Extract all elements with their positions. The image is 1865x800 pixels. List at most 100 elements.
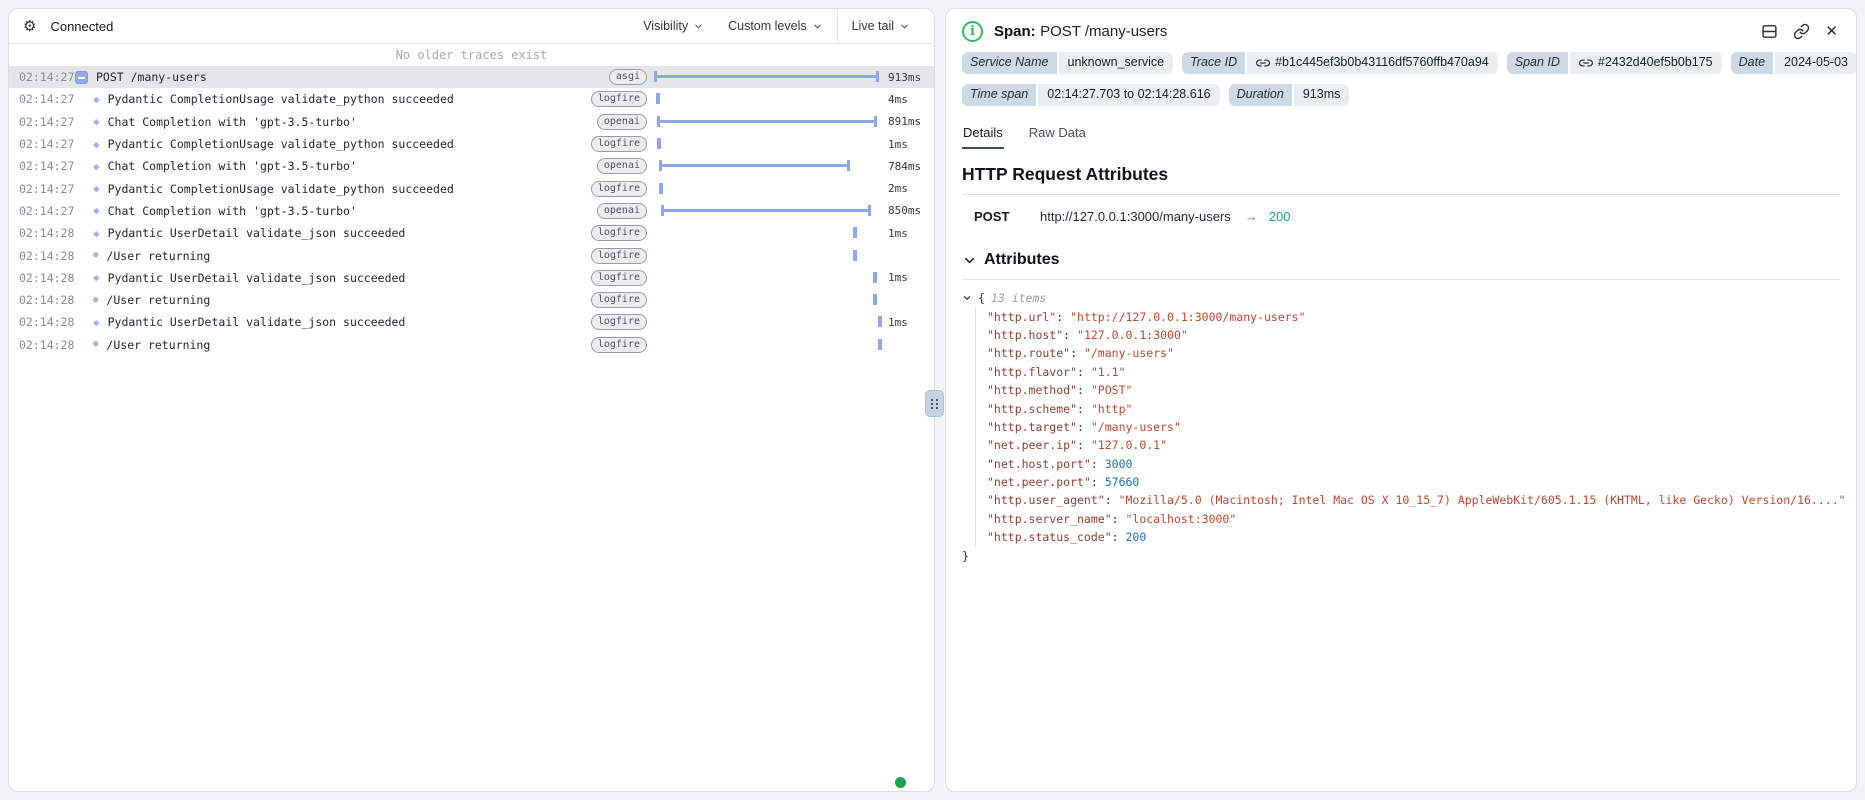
- menu-live-tail[interactable]: Live tail: [840, 9, 922, 43]
- tab-raw-data[interactable]: Raw Data: [1028, 123, 1087, 149]
- http-request-row: POST http://127.0.0.1:3000/many-users → …: [962, 209, 1840, 224]
- request-method: POST: [974, 209, 1040, 224]
- span-title-row: i Span: POST /many-users: [962, 21, 1840, 42]
- badge-label: Span ID: [1507, 52, 1568, 74]
- attributes-heading[interactable]: Attributes: [962, 251, 1840, 280]
- tab-details[interactable]: Details: [962, 123, 1004, 149]
- span-kind-label: Span:: [994, 23, 1036, 40]
- span-detail-panel: i Span: POST /many-users ✕ Service Name …: [945, 8, 1857, 792]
- json-key: "http.server_name": [987, 512, 1112, 526]
- json-key: "http.target": [987, 420, 1077, 434]
- request-status-code: 200: [1269, 209, 1291, 224]
- trace-row[interactable]: 02:14:27 ◆ Pydantic CompletionUsage vali…: [9, 133, 934, 155]
- span-duration: 1ms: [879, 316, 934, 329]
- json-key: "http.method": [987, 383, 1077, 397]
- span-type-icon: ◆: [93, 94, 100, 105]
- json-root-line[interactable]: { 13 items: [962, 289, 1840, 307]
- json-value: "Mozilla/5.0 (Macintosh; Intel Mac OS X …: [1119, 493, 1846, 507]
- json-entry: "http.flavor": "1.1": [987, 363, 1840, 381]
- scope-tag-badge: asgi: [609, 69, 647, 85]
- section-title: HTTP Request Attributes: [962, 164, 1840, 195]
- trace-row[interactable]: 02:14:28 ● /User returning logfire: [9, 289, 934, 311]
- trace-timestamp: 02:14:27: [19, 137, 75, 151]
- span-type-icon: ◆: [93, 317, 100, 328]
- json-entry: "net.host.port": 3000: [987, 455, 1840, 473]
- json-key: "http.status_code": [987, 530, 1112, 544]
- span-label: /User returning: [106, 293, 210, 307]
- menu-custom-levels[interactable]: Custom levels: [716, 9, 835, 43]
- json-entries: "http.url": "http://127.0.0.1:3000/many-…: [975, 307, 1840, 546]
- span-label: Pydantic CompletionUsage validate_python…: [108, 92, 454, 106]
- trace-row[interactable]: 02:14:27 ◆ Pydantic CompletionUsage vali…: [9, 88, 934, 110]
- trace-panel-header: ⚙ Connected VisibilityCustom levelsLive …: [9, 9, 934, 44]
- duration-tick: [873, 272, 877, 283]
- trace-row[interactable]: 02:14:28 ◆ Pydantic UserDetail validate_…: [9, 222, 934, 244]
- span-type-icon: ●: [93, 296, 98, 305]
- link-icon[interactable]: [1579, 56, 1593, 70]
- panel-resize-handle[interactable]: [925, 390, 944, 417]
- chevron-down-icon: [693, 21, 704, 32]
- span-timeline: [654, 88, 879, 110]
- settings-gear-icon[interactable]: ⚙: [23, 19, 36, 34]
- badge-row-1: Service Name unknown_service Trace ID #b…: [962, 52, 1840, 74]
- trace-row[interactable]: 02:14:27 ◆ Chat Completion with 'gpt-3.5…: [9, 155, 934, 177]
- trace-row[interactable]: 02:14:27 ◆ Pydantic CompletionUsage vali…: [9, 177, 934, 199]
- close-icon[interactable]: ✕: [1825, 24, 1838, 39]
- link-icon[interactable]: [1256, 56, 1270, 70]
- scope-tag-badge: openai: [597, 203, 647, 219]
- trace-timestamp: 02:14:27: [19, 92, 75, 106]
- json-value: "http": [1091, 402, 1133, 416]
- json-entry: "http.host": "127.0.0.1:3000": [987, 326, 1840, 344]
- badge-value: #b1c445ef3b0b43116df5760ffb470a94: [1275, 54, 1489, 71]
- span-type-icon: ◆: [93, 139, 100, 150]
- json-key: "http.scheme": [987, 402, 1077, 416]
- duration-bar: [654, 71, 879, 82]
- trace-row[interactable]: 02:14:27 ◆ Chat Completion with 'gpt-3.5…: [9, 111, 934, 133]
- connection-status: Connected: [50, 19, 113, 34]
- json-key: "http.host": [987, 328, 1063, 342]
- duration-tick: [853, 250, 857, 261]
- trace-row[interactable]: 02:14:28 ● /User returning logfire: [9, 244, 934, 266]
- span-type-icon: ●: [93, 340, 98, 349]
- trace-row[interactable]: 02:14:27 POST /many-users asgi 913ms: [9, 66, 934, 88]
- json-value: "POST": [1091, 383, 1133, 397]
- badge-value: 2024-05-03: [1784, 54, 1848, 71]
- badge-row-2: Time span 02:14:27.703 to 02:14:28.616 D…: [962, 84, 1840, 106]
- badge-value: 02:14:27.703 to 02:14:28.616: [1047, 86, 1210, 103]
- json-entry: "http.method": "POST": [987, 381, 1840, 399]
- json-entry: "http.user_agent": "Mozilla/5.0 (Macinto…: [987, 491, 1840, 509]
- json-value: 57660: [1105, 475, 1140, 489]
- json-key: "http.url": [987, 310, 1056, 324]
- span-timeline: [654, 133, 879, 155]
- json-key: "http.flavor": [987, 365, 1077, 379]
- duration-tick: [659, 183, 663, 194]
- duration-tick: [878, 339, 882, 350]
- duration-tick: [873, 294, 877, 305]
- span-type-icon: ◆: [93, 116, 100, 127]
- json-key: "net.peer.port": [987, 475, 1091, 489]
- json-value: "127.0.0.1": [1091, 438, 1167, 452]
- badge-label: Duration: [1229, 84, 1292, 106]
- trace-row[interactable]: 02:14:28 ◆ Pydantic UserDetail validate_…: [9, 267, 934, 289]
- trace-row[interactable]: 02:14:28 ● /User returning logfire: [9, 334, 934, 356]
- trace-row[interactable]: 02:14:27 ◆ Chat Completion with 'gpt-3.5…: [9, 200, 934, 222]
- menu-visibility[interactable]: Visibility: [631, 9, 716, 43]
- span-type-icon: ◆: [93, 272, 100, 283]
- span-label: Chat Completion with 'gpt-3.5-turbo': [108, 159, 357, 173]
- badge-value: 913ms: [1303, 86, 1341, 103]
- scope-tag-badge: logfire: [591, 270, 647, 286]
- trace-row[interactable]: 02:14:28 ◆ Pydantic UserDetail validate_…: [9, 311, 934, 333]
- span-type-icon: ◆: [93, 161, 100, 172]
- badge-label: Service Name: [962, 52, 1057, 74]
- badge-label: Time span: [962, 84, 1036, 106]
- metadata-badge: Duration 913ms: [1229, 84, 1350, 106]
- drag-dots-icon: [931, 399, 938, 409]
- split-panel-icon[interactable]: [1761, 23, 1778, 40]
- scope-tag-badge: logfire: [591, 225, 647, 241]
- badge-label: Trace ID: [1182, 52, 1245, 74]
- json-collapse-icon[interactable]: [962, 293, 972, 303]
- metadata-badge: Trace ID #b1c445ef3b0b43116df5760ffb470a…: [1182, 52, 1498, 74]
- span-duration: 2ms: [879, 182, 934, 195]
- trace-timestamp: 02:14:28: [19, 271, 75, 285]
- copy-link-icon[interactable]: [1793, 23, 1810, 40]
